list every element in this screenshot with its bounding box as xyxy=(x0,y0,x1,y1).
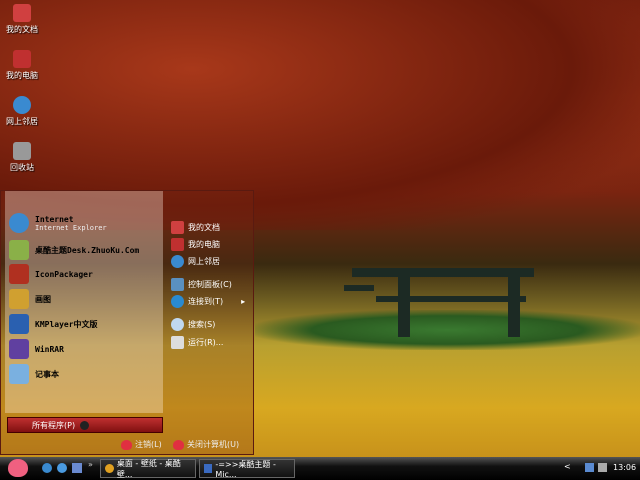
submenu-arrow-icon: ▸ xyxy=(241,297,246,306)
iconpackager-icon xyxy=(9,264,29,284)
menu-item-network[interactable]: 网上邻居 xyxy=(171,255,220,268)
menu-item-my-computer[interactable]: 我的电脑 xyxy=(171,238,220,251)
menu-item-notepad[interactable]: 记事本 xyxy=(9,364,59,384)
menu-item-kmplayer[interactable]: KMPlayer中文版 xyxy=(9,314,98,334)
menu-item-control-panel[interactable]: 控制面板(C) xyxy=(171,278,232,291)
tray-expand-button[interactable]: < xyxy=(564,462,571,471)
documents-icon xyxy=(171,221,184,234)
ie-icon xyxy=(9,213,29,233)
ie-quicklaunch-icon[interactable] xyxy=(42,463,52,473)
menu-item-winrar[interactable]: WinRAR xyxy=(9,339,64,359)
show-desktop-icon[interactable] xyxy=(72,463,82,473)
logoff-button[interactable]: 注销(L) xyxy=(121,439,162,450)
shutdown-button[interactable]: 关闭计算机(U) xyxy=(173,439,239,450)
start-menu: Internet Internet Explorer 桌酷主题Desk.ZhuoK… xyxy=(0,190,254,455)
desktop-icon-network[interactable]: 网上邻居 xyxy=(2,96,42,127)
paint-icon xyxy=(9,289,29,309)
volume-tray-icon[interactable] xyxy=(598,463,607,472)
start-button[interactable] xyxy=(8,459,28,477)
notepad-icon xyxy=(9,364,29,384)
chrome-icon xyxy=(105,464,114,473)
menu-item-my-documents[interactable]: 我的文档 xyxy=(171,221,220,234)
taskbar-button-word[interactable]: -=>>桌酷主题 - Mic... xyxy=(199,459,295,479)
bench-table xyxy=(352,268,534,277)
kmplayer-icon xyxy=(9,314,29,334)
desktop-icon-my-documents[interactable]: 我的文档 xyxy=(2,4,42,35)
bench-seat xyxy=(376,296,526,302)
desktop-icon-recycle-bin[interactable]: 回收站 xyxy=(2,142,42,173)
connect-icon xyxy=(171,295,184,308)
zhuoku-icon xyxy=(9,240,29,260)
all-programs-button[interactable]: 所有程序(P) xyxy=(7,417,163,433)
heart-icon xyxy=(173,439,184,450)
control-panel-icon xyxy=(171,278,184,291)
menu-item-run[interactable]: 运行(R)... xyxy=(171,336,223,349)
wallpaper-grass xyxy=(255,310,640,350)
taskbar-button-browser[interactable]: 桌面 - 壁纸 - 桌酷壁... xyxy=(100,459,196,479)
taskbar: » 桌面 - 壁纸 - 桌酷壁... -=>>桌酷主题 - Mic... < 1… xyxy=(0,457,640,480)
menu-item-iconpackager[interactable]: IconPackager xyxy=(9,264,93,284)
documents-icon xyxy=(13,4,31,22)
menu-item-connect-to[interactable]: 连接到(T) ▸ xyxy=(171,295,245,308)
recycle-bin-icon xyxy=(13,142,31,160)
search-icon xyxy=(171,318,184,331)
network-icon xyxy=(171,255,184,268)
computer-icon xyxy=(13,50,31,68)
network-icon xyxy=(13,96,31,114)
menu-item-zhuoku[interactable]: 桌酷主题Desk.ZhuoKu.Com xyxy=(9,240,139,260)
word-icon xyxy=(204,464,213,473)
bench-seat xyxy=(344,285,374,291)
quicklaunch-icon[interactable] xyxy=(57,463,67,473)
computer-icon xyxy=(171,238,184,251)
clock[interactable]: 13:06 xyxy=(613,463,636,472)
menu-item-paint[interactable]: 画图 xyxy=(9,289,51,309)
quicklaunch-overflow-icon[interactable]: » xyxy=(88,460,93,469)
arrow-right-icon xyxy=(80,420,90,430)
bench-leg xyxy=(398,277,410,337)
run-icon xyxy=(171,336,184,349)
desktop-icon-my-computer[interactable]: 我的电脑 xyxy=(2,50,42,81)
menu-item-search[interactable]: 搜索(S) xyxy=(171,318,215,331)
menu-item-internet[interactable]: Internet Internet Explorer xyxy=(9,213,107,233)
winrar-icon xyxy=(9,339,29,359)
bench-leg xyxy=(508,277,520,337)
network-tray-icon[interactable] xyxy=(585,463,594,472)
heart-icon xyxy=(121,439,132,450)
